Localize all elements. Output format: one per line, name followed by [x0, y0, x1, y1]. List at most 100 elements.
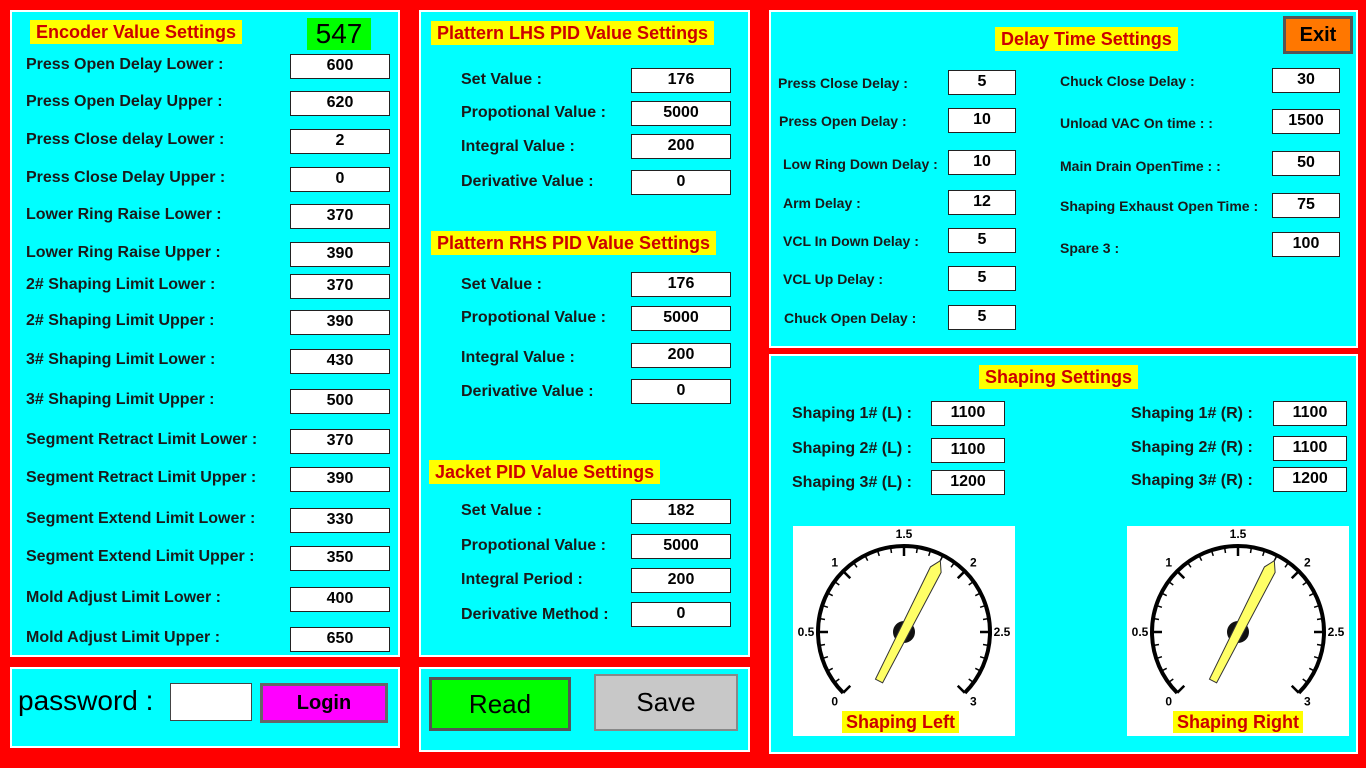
delay-right-item-value-field[interactable]: 75 [1272, 193, 1340, 218]
encoder-item-label: Segment Extend Limit Upper : [26, 548, 255, 565]
shaping-left-gauge-tick-mark [818, 617, 826, 621]
encoder-item-value-field[interactable]: 500 [290, 389, 390, 414]
encoder-item-value-field[interactable]: 330 [290, 508, 390, 533]
encoder-item-value-field[interactable]: 390 [290, 467, 390, 492]
shaping-right-gauge-tick-label: 2 [1304, 556, 1311, 570]
encoder-item-value-field[interactable]: 350 [290, 546, 390, 571]
encoder-item-value-field[interactable]: 2 [290, 129, 390, 154]
pid-lhs-item-label: Propotional Value : [461, 104, 606, 121]
shaping-left-item-label: Shaping 2# (L) : [792, 440, 912, 457]
shaping-left-gauge-tick-mark [956, 570, 966, 580]
pid-rhs-item-label: Propotional Value : [461, 309, 606, 326]
encoder-item-label: Segment Retract Limit Lower : [26, 431, 258, 448]
encoder-panel: Encoder Value Settings 547 Press Open De… [10, 10, 400, 657]
shaping-right-gauge-tick-mark [1290, 684, 1300, 694]
action-panel: Read Save [419, 667, 750, 752]
pid-jacket-item-value-field[interactable]: 200 [631, 568, 731, 593]
pid-jacket-item-value-field[interactable]: 182 [631, 499, 731, 524]
encoder-item-value-field[interactable]: 620 [290, 91, 390, 116]
delay-left-item-label: Arm Delay : [783, 195, 861, 211]
login-button[interactable]: Login [260, 683, 388, 723]
password-label: password : [18, 685, 154, 716]
shaping-right-gauge-tick-mark [1290, 570, 1300, 580]
encoder-item-value-field[interactable]: 390 [290, 242, 390, 267]
encoder-item-value-field[interactable]: 650 [290, 627, 390, 652]
pid-lhs-item-value-field[interactable]: 200 [631, 134, 731, 159]
shaping-left-gauge-tick-label: 0 [831, 694, 838, 708]
encoder-item-label: Segment Extend Limit Lower : [26, 510, 256, 527]
shaping-left-item-value-field[interactable]: 1100 [931, 401, 1005, 426]
pid-jacket-item-value-field[interactable]: 5000 [631, 534, 731, 559]
exit-button[interactable]: Exit [1283, 16, 1353, 54]
pid-jacket-item-label: Integral Period : [461, 571, 583, 588]
pid-rhs-item-value-field[interactable]: 176 [631, 272, 731, 297]
delay-left-item-value-field[interactable]: 5 [948, 266, 1016, 291]
delay-left-item-value-field[interactable]: 12 [948, 190, 1016, 215]
shaping-right-item-label: Shaping 2# (R) : [1131, 439, 1253, 456]
pid-lhs-item-value-field[interactable]: 176 [631, 68, 731, 93]
pid-lhs-title: Plattern LHS PID Value Settings [431, 21, 715, 45]
delay-right-item-label: Spare 3 : [1060, 240, 1120, 256]
delay-left-item-value-field[interactable]: 5 [948, 305, 1016, 330]
encoder-item-value-field[interactable]: 430 [290, 349, 390, 374]
delay-right-item-value-field[interactable]: 100 [1272, 232, 1340, 257]
encoder-item-value-field[interactable]: 390 [290, 310, 390, 335]
encoder-item-value-field[interactable]: 400 [290, 587, 390, 612]
read-button[interactable]: Read [429, 677, 571, 731]
delay-left-item-value-field[interactable]: 5 [948, 70, 1016, 95]
shaping-left-item-value-field[interactable]: 1200 [931, 470, 1005, 495]
delay-right-item-label: Chuck Close Delay : [1060, 73, 1195, 89]
encoder-item-label: Press Open Delay Upper : [26, 93, 223, 110]
pid-lhs-item-value-field[interactable]: 5000 [631, 101, 731, 126]
password-input[interactable] [170, 683, 252, 721]
encoder-item-value-field[interactable]: 600 [290, 54, 390, 79]
delay-right-item-value-field[interactable]: 50 [1272, 151, 1340, 176]
encoder-item-value-field[interactable]: 0 [290, 167, 390, 192]
shaping-right-item-value-field[interactable]: 1100 [1273, 401, 1347, 426]
encoder-item-label: 2# Shaping Limit Lower : [26, 276, 216, 293]
pid-jacket-item-label: Set Value : [461, 502, 542, 519]
shaping-right-item-value-field[interactable]: 1100 [1273, 436, 1347, 461]
encoder-title: Encoder Value Settings [30, 20, 243, 44]
pid-lhs-item-value-field[interactable]: 0 [631, 170, 731, 195]
pid-rhs-title: Plattern RHS PID Value Settings [431, 231, 717, 255]
encoder-item-value-field[interactable]: 370 [290, 274, 390, 299]
encoder-item-value-field[interactable]: 370 [290, 204, 390, 229]
shaping-left-gauge-needle [874, 559, 942, 684]
encoder-item-label: Mold Adjust Limit Lower : [26, 589, 221, 606]
encoder-item-label: Press Open Delay Lower : [26, 56, 224, 73]
delay-right-item-label: Shaping Exhaust Open Time : [1060, 198, 1259, 214]
pid-rhs-item-value-field[interactable]: 200 [631, 343, 731, 368]
save-button[interactable]: Save [594, 674, 738, 731]
shaping-right-gauge-label: Shaping Right [1173, 711, 1303, 733]
delay-left-item-label: VCL Up Delay : [783, 271, 884, 287]
delay-right-item-value-field[interactable]: 1500 [1272, 109, 1340, 134]
shaping-left-gauge-tick-mark [818, 643, 826, 647]
encoder-item-label: Mold Adjust Limit Upper : [26, 629, 221, 646]
shaping-right-gauge-tick-mark [1176, 570, 1186, 580]
shaping-right-gauge-tick-mark [1316, 617, 1324, 621]
shaping-left-gauge-tick-label: 1.5 [896, 527, 913, 541]
shaping-right-item-label: Shaping 3# (R) : [1131, 472, 1253, 489]
shaping-left-gauge-tick-mark [842, 570, 852, 580]
shaping-left-gauge-tick-mark [982, 643, 990, 647]
shaping-left-gauge-tick-mark [842, 684, 852, 694]
shaping-title: Shaping Settings [979, 365, 1139, 389]
shaping-right-gauge-tick-label: 0 [1165, 694, 1172, 708]
pid-rhs-item-label: Derivative Value : [461, 383, 594, 400]
shaping-left-gauge-tick-mark [956, 684, 966, 694]
shaping-left-item-value-field[interactable]: 1100 [931, 438, 1005, 463]
pid-jacket-item-value-field[interactable]: 0 [631, 602, 731, 627]
delay-left-item-value-field[interactable]: 10 [948, 108, 1016, 133]
shaping-panel: Shaping Settings Shaping 1# (L) :1100 Sha… [769, 354, 1358, 754]
delay-left-item-label: Low Ring Down Delay : [783, 156, 938, 172]
shaping-right-item-value-field[interactable]: 1200 [1273, 467, 1347, 492]
pid-rhs-item-value-field[interactable]: 5000 [631, 306, 731, 331]
delay-left-item-value-field[interactable]: 10 [948, 150, 1016, 175]
encoder-item-label: Segment Retract Limit Upper : [26, 469, 257, 486]
encoder-item-value-field[interactable]: 370 [290, 429, 390, 454]
pid-rhs-item-label: Integral Value : [461, 349, 575, 366]
delay-left-item-value-field[interactable]: 5 [948, 228, 1016, 253]
pid-rhs-item-value-field[interactable]: 0 [631, 379, 731, 404]
delay-right-item-value-field[interactable]: 30 [1272, 68, 1340, 93]
